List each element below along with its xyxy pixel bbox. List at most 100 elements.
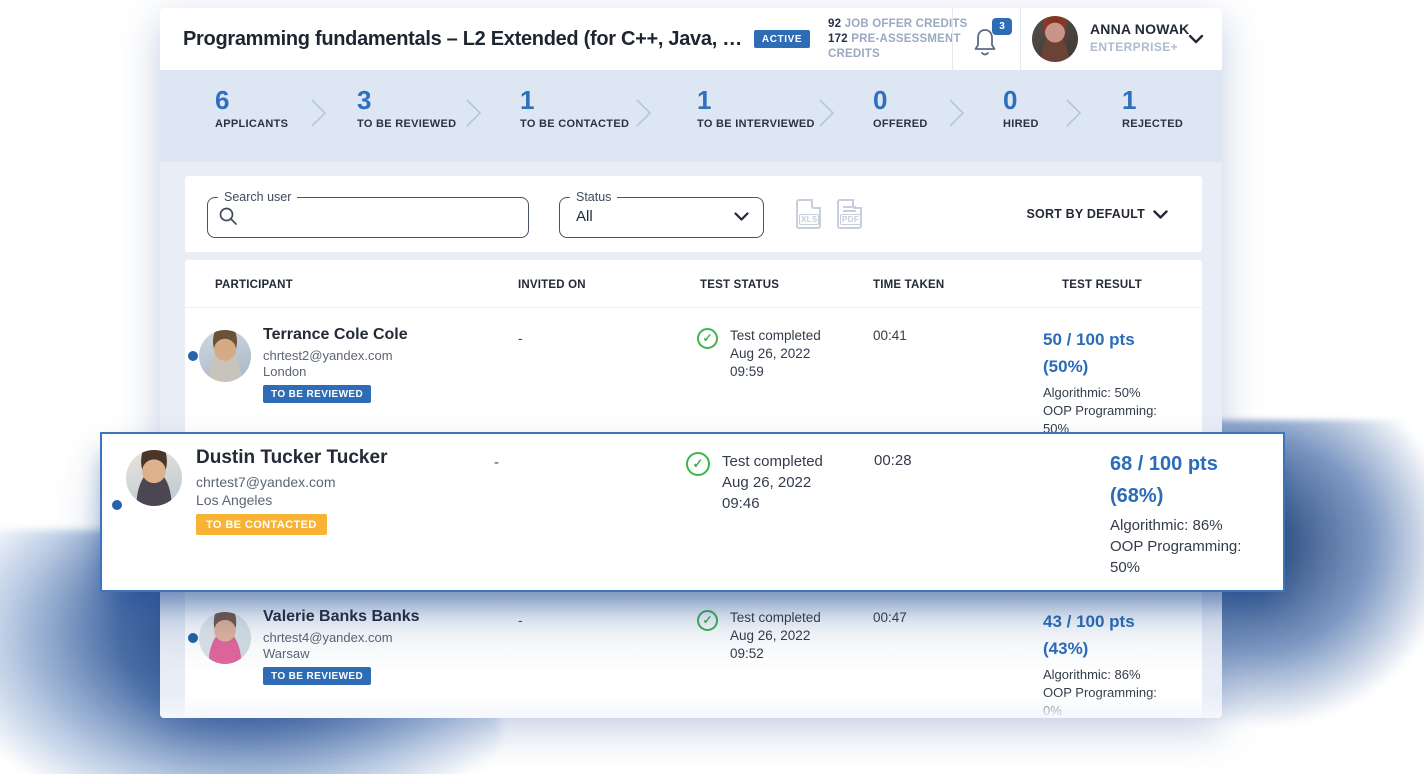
score-points: 50 / 100 pts <box>1043 326 1163 353</box>
score-percent: (50%) <box>1043 353 1163 380</box>
pipeline-stage-applicants[interactable]: 6 APPLICANTS <box>215 86 288 130</box>
time-taken-value: 00:47 <box>873 610 907 625</box>
notification-count-badge: 3 <box>992 18 1012 35</box>
test-status-time: 09:46 <box>722 493 823 514</box>
participant-avatar <box>126 450 182 506</box>
table-header: PARTICIPANT INVITED ON TEST STATUS TIME … <box>185 260 1202 308</box>
col-test-status: TEST STATUS <box>700 279 779 291</box>
chevron-down-icon[interactable] <box>1188 34 1204 44</box>
skill-1: Algorithmic: 86% <box>1110 517 1223 534</box>
stage-count: 0 <box>873 86 928 114</box>
stage-badge: TO BE CONTACTED <box>196 514 327 535</box>
col-participant: PARTICIPANT <box>215 279 293 291</box>
header-divider <box>1020 8 1021 70</box>
participant-row[interactable]: Valerie Banks Banks chrtest4@yandex.com … <box>185 606 1202 718</box>
col-invited-on: INVITED ON <box>518 279 586 291</box>
job-offer-credits-value: 92 <box>828 18 841 30</box>
header-divider <box>952 8 953 70</box>
screenshot-canvas: Programming fundamentals – L2 Extended (… <box>0 0 1424 774</box>
stage-label: TO BE CONTACTED <box>520 118 629 130</box>
user-plan: ENTERPRISE+ <box>1090 40 1189 54</box>
time-taken-value: 00:28 <box>874 452 912 469</box>
sort-label: SORT BY DEFAULT <box>1026 207 1145 221</box>
pipeline-stage-to-be-reviewed[interactable]: 3 TO BE REVIEWED <box>357 86 456 130</box>
participant-avatar <box>199 612 251 664</box>
score-percent: (68%) <box>1110 480 1252 512</box>
chevron-right-icon <box>948 96 965 130</box>
unread-dot <box>112 500 122 510</box>
invited-on-value: - <box>518 612 523 628</box>
sort-by-dropdown[interactable]: SORT BY DEFAULT <box>1026 207 1168 221</box>
pipeline-stage-to-be-contacted[interactable]: 1 TO BE CONTACTED <box>520 86 629 130</box>
test-status-date: Aug 26, 2022 <box>722 472 823 493</box>
pipeline-stage-offered[interactable]: 0 OFFERED <box>873 86 928 130</box>
status-select[interactable]: Status All <box>559 190 764 238</box>
chevron-down-icon <box>734 212 749 221</box>
user-menu[interactable]: ANNA NOWAK ENTERPRISE+ <box>1090 21 1189 54</box>
participant-name: Dustin Tucker Tucker <box>196 447 387 469</box>
check-circle-icon: ✓ <box>697 610 718 631</box>
test-status: Test completed Aug 26, 2022 09:46 <box>722 451 823 514</box>
participant-avatar <box>199 330 251 382</box>
check-circle-icon: ✓ <box>686 452 710 476</box>
stage-badge: TO BE REVIEWED <box>263 667 371 685</box>
score-points: 43 / 100 pts <box>1043 608 1163 635</box>
app-header: Programming fundamentals – L2 Extended (… <box>160 8 1222 70</box>
test-status-time: 09:59 <box>730 363 821 381</box>
pipeline-stage-to-be-interviewed[interactable]: 1 TO BE INTERVIEWED <box>697 86 815 130</box>
stage-label: OFFERED <box>873 118 928 130</box>
stage-badge: TO BE REVIEWED <box>263 385 371 403</box>
hiring-pipeline: 6 APPLICANTS 3 TO BE REVIEWED 1 TO BE CO… <box>160 70 1222 162</box>
stage-count: 3 <box>357 86 456 114</box>
unread-dot <box>188 633 198 643</box>
participant-email: chrtest2@yandex.com <box>263 348 393 363</box>
user-avatar[interactable] <box>1032 16 1078 62</box>
stage-label: REJECTED <box>1122 118 1183 130</box>
participant-email: chrtest4@yandex.com <box>263 630 393 645</box>
pre-assessment-credits-label: PRE-ASSESSMENT CREDITS <box>828 33 961 60</box>
export-xls-button[interactable]: XLS <box>796 199 821 229</box>
score-percent: (43%) <box>1043 635 1163 662</box>
participant-city: London <box>263 364 306 379</box>
skill-breakdown: Algorithmic: 50% OOP Programming: 50% <box>1043 384 1163 438</box>
test-status-text: Test completed <box>722 451 823 472</box>
test-status-text: Test completed <box>730 327 821 345</box>
participant-row-highlighted[interactable]: Dustin Tucker Tucker chrtest7@yandex.com… <box>100 432 1285 592</box>
stage-count: 1 <box>520 86 629 114</box>
pipeline-stage-hired[interactable]: 0 HIRED <box>1003 86 1039 130</box>
app-window: Programming fundamentals – L2 Extended (… <box>160 8 1222 718</box>
page-title: Programming fundamentals – L2 Extended (… <box>183 28 742 51</box>
skill-1: Algorithmic: 86% <box>1043 667 1141 682</box>
participant-city: Los Angeles <box>196 492 272 508</box>
search-user-field[interactable]: Search user <box>207 190 529 238</box>
skill-2: OOP Programming: 50% <box>1110 538 1241 576</box>
notifications-button[interactable]: 3 <box>966 22 1006 62</box>
pre-assessment-credits-value: 172 <box>828 33 848 45</box>
search-input[interactable] <box>246 208 506 225</box>
job-offer-credits-label: JOB OFFER CREDITS <box>845 18 968 30</box>
stage-count: 0 <box>1003 86 1039 114</box>
time-taken-value: 00:41 <box>873 328 907 343</box>
chevron-down-icon <box>1153 210 1168 219</box>
participant-city: Warsaw <box>263 646 309 661</box>
skill-2: OOP Programming: 0% <box>1043 685 1157 718</box>
user-name: ANNA NOWAK <box>1090 21 1189 37</box>
participant-name: Terrance Cole Cole <box>263 326 408 344</box>
test-status-date: Aug 26, 2022 <box>730 345 821 363</box>
pdf-doc-lines <box>843 206 856 208</box>
participant-name: Valerie Banks Banks <box>263 608 420 626</box>
pipeline-stage-rejected[interactable]: 1 REJECTED <box>1122 86 1183 130</box>
stage-count: 1 <box>1122 86 1183 114</box>
stage-label: TO BE INTERVIEWED <box>697 118 815 130</box>
xls-icon: XLS <box>799 214 819 225</box>
export-pdf-button[interactable]: PDF <box>837 199 862 229</box>
stage-count: 1 <box>697 86 815 114</box>
test-status: Test completed Aug 26, 2022 09:59 <box>730 327 821 381</box>
stage-count: 6 <box>215 86 288 114</box>
test-status: Test completed Aug 26, 2022 09:52 <box>730 609 821 663</box>
stage-label: TO BE REVIEWED <box>357 118 456 130</box>
skill-breakdown: Algorithmic: 86% OOP Programming: 50% <box>1110 515 1252 578</box>
col-time-taken: TIME TAKEN <box>873 279 944 291</box>
test-status-text: Test completed <box>730 609 821 627</box>
skill-1: Algorithmic: 50% <box>1043 385 1141 400</box>
